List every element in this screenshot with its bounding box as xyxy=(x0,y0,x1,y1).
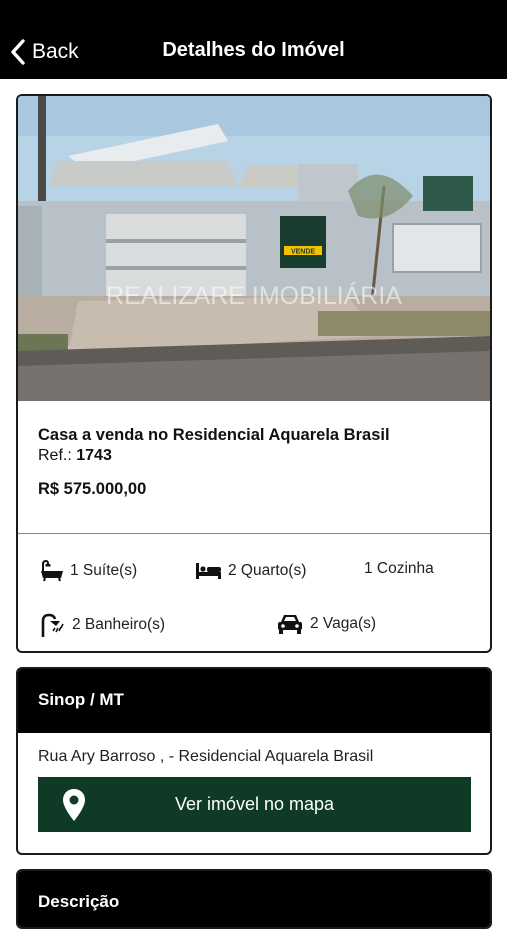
shower-icon xyxy=(41,613,64,637)
property-price: R$ 575.000,00 xyxy=(38,480,147,498)
map-pin-icon xyxy=(63,789,85,821)
location-header: Sinop / MT xyxy=(18,669,490,733)
feature-garage: 2 Vaga(s) xyxy=(276,613,376,635)
feature-garage-label: 2 Vaga(s) xyxy=(310,615,377,632)
photo-sign-text: VENDE xyxy=(291,249,315,256)
property-ref: Ref.: 1743 xyxy=(38,447,390,465)
photo-watermark: REALIZARE IMOBILIÁRIA xyxy=(106,281,402,310)
view-on-map-label: Ver imóvel no mapa xyxy=(174,794,335,814)
bed-icon xyxy=(196,563,221,579)
feature-bedrooms: 2 Quarto(s) xyxy=(195,560,306,582)
feature-suites-label: 1 Suíte(s) xyxy=(70,562,138,579)
bathtub-icon xyxy=(41,560,63,582)
feature-bathrooms: 2 Banheiro(s) xyxy=(40,613,165,637)
description-card: Descrição xyxy=(16,869,492,929)
view-on-map-button[interactable]: Ver imóvel no mapa xyxy=(38,777,471,832)
description-header: Descrição xyxy=(18,871,490,927)
feature-kitchen-label: 1 Cozinha xyxy=(364,560,434,577)
feature-kitchen: 1 Cozinha xyxy=(364,560,434,578)
property-card: VENDE REALIZARE IMOBILIÁRIA Casa a venda… xyxy=(16,94,492,653)
ref-label: Ref.: xyxy=(38,447,72,464)
feature-bathrooms-label: 2 Banheiro(s) xyxy=(72,616,166,633)
property-address: Rua Ary Barroso , - Residencial Aquarela… xyxy=(38,748,374,765)
feature-suites: 1 Suíte(s) xyxy=(40,560,137,582)
house-photo-illustration: VENDE REALIZARE IMOBILIÁRIA xyxy=(18,96,490,401)
feature-bedrooms-label: 2 Quarto(s) xyxy=(228,562,307,579)
property-photo[interactable]: VENDE REALIZARE IMOBILIÁRIA xyxy=(18,96,490,401)
top-navigation-bar: Back Detalhes do Imóvel xyxy=(0,0,507,79)
location-card: Sinop / MT Rua Ary Barroso , - Residenci… xyxy=(16,667,492,855)
page-title: Detalhes do Imóvel xyxy=(162,39,345,61)
property-summary: Casa a venda no Residencial Aquarela Bra… xyxy=(38,426,390,499)
ref-value: 1743 xyxy=(76,447,112,464)
car-icon xyxy=(278,615,302,634)
property-title: Casa a venda no Residencial Aquarela Bra… xyxy=(38,426,390,444)
divider xyxy=(18,533,490,534)
